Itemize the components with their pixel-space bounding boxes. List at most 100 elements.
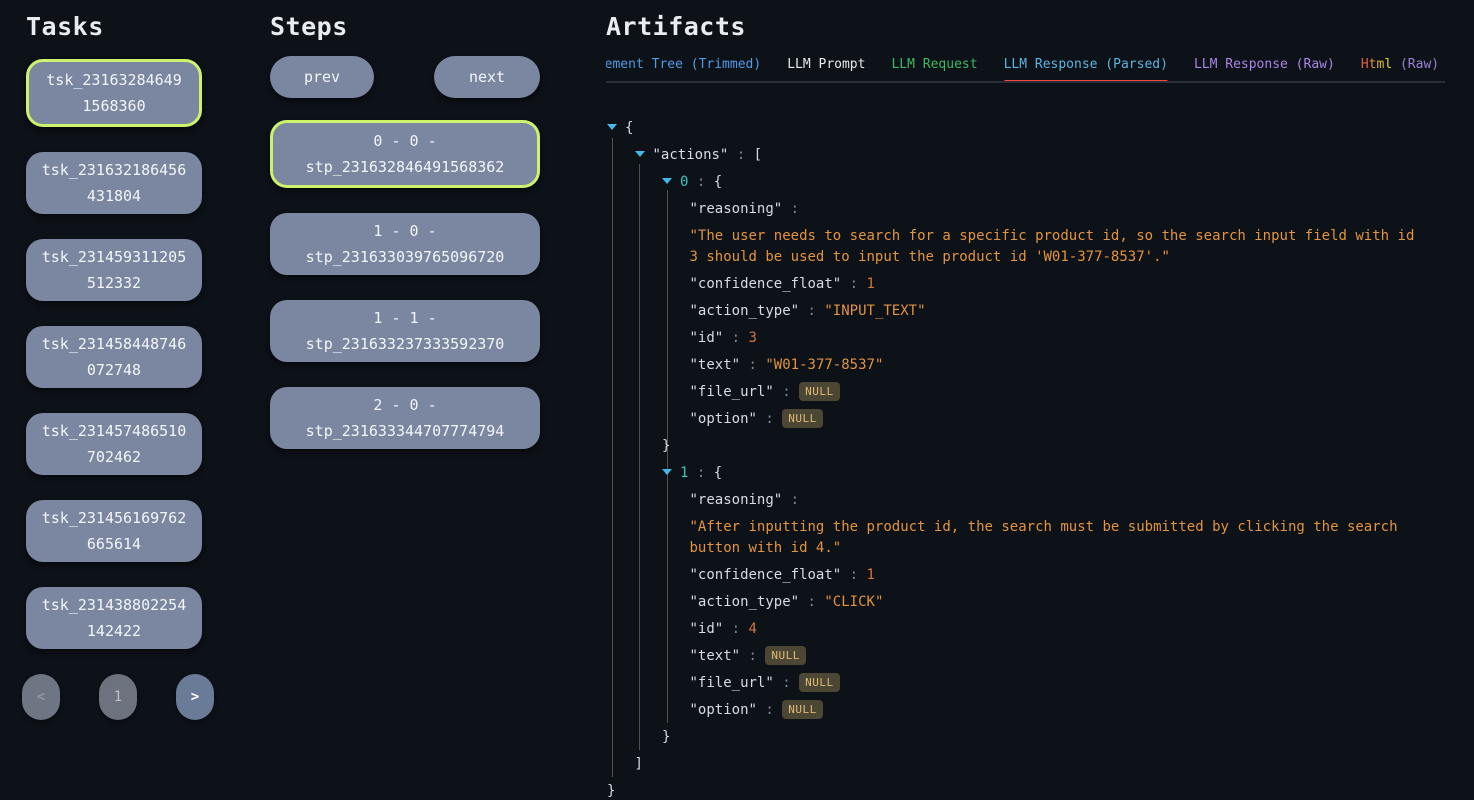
app-root: Tasks tsk_231632846491568360tsk_23163218… (0, 0, 1474, 800)
json-tree-row: } (606, 781, 1445, 800)
json-brace: [ (754, 147, 762, 163)
json-tree-row: "reasoning" : (606, 199, 1445, 220)
tab-html-raw[interactable]: Html (Raw) (1361, 57, 1439, 72)
json-tree-row: "confidence_float" : 1 (606, 565, 1445, 586)
tasks-pagination: < 1 > (22, 674, 214, 720)
json-tree-row: "file_url" : NULL (606, 382, 1445, 403)
json-key: "file_url" (690, 675, 774, 691)
collapse-arrow-icon[interactable] (662, 178, 672, 184)
json-tree-row: "The user needs to search for a specific… (606, 226, 1427, 268)
json-brace: { (625, 120, 633, 136)
json-num: 3 (749, 330, 757, 346)
json-key: "confidence_float" (690, 567, 842, 583)
json-key: "text" (690, 648, 741, 664)
json-brace: } (662, 729, 670, 745)
json-punct: : (740, 357, 765, 373)
steps-next-button[interactable]: next (434, 56, 540, 98)
json-num: 1 (867, 276, 875, 292)
task-item[interactable]: tsk_231438802254142422 (26, 587, 202, 649)
tab-llm-request[interactable]: LLM Request (891, 57, 977, 72)
collapse-arrow-icon[interactable] (607, 124, 617, 130)
json-key: "option" (690, 702, 757, 718)
json-punct: : (723, 330, 748, 346)
json-punct: : (774, 675, 799, 691)
json-tree-row: "option" : NULL (606, 409, 1445, 430)
json-key: "action_type" (690, 303, 800, 319)
json-tree-row: "action_type" : "INPUT_TEXT" (606, 301, 1445, 322)
steps-prev-button[interactable]: prev (270, 56, 374, 98)
json-tree-row: "reasoning" : (606, 490, 1445, 511)
json-tree-row: "After inputting the product id, the sea… (606, 517, 1427, 559)
json-null-badge: NULL (782, 700, 823, 719)
json-brace: { (714, 465, 722, 481)
tab-llm-response-parsed[interactable]: LLM Response (Parsed) (1004, 57, 1168, 72)
json-key: "id" (690, 621, 724, 637)
json-punct: : (782, 492, 799, 508)
json-tree-row: "option" : NULL (606, 700, 1445, 721)
collapse-arrow-icon[interactable] (635, 151, 645, 157)
collapse-arrow-icon[interactable] (662, 469, 672, 475)
pagination-prev-button[interactable]: < (22, 674, 60, 720)
artifacts-title: Artifacts (606, 12, 1445, 41)
json-punct: : (688, 174, 713, 190)
json-tree-row: } (606, 727, 1445, 748)
json-null-badge: NULL (765, 646, 806, 665)
step-item[interactable]: 1 - 1 - stp_231633237333592370 (270, 300, 540, 362)
json-punct: : (723, 621, 748, 637)
artifacts-tabbar: Element Tree (Trimmed) LLM Prompt LLM Requ… (606, 57, 1445, 83)
step-item[interactable]: 2 - 0 - stp_231633344707774794 (270, 387, 540, 449)
tasks-panel: Tasks tsk_231632846491568360tsk_23163218… (26, 12, 202, 720)
json-tree-row: "text" : "W01-377-8537" (606, 355, 1445, 376)
json-tree: {"actions" : [0 : {"reasoning" :"The use… (606, 118, 1445, 800)
json-key: "option" (690, 411, 757, 427)
json-num: 4 (749, 621, 757, 637)
json-key: "reasoning" (690, 492, 783, 508)
step-item[interactable]: 0 - 0 - stp_231632846491568362 (270, 120, 540, 188)
step-item[interactable]: 1 - 0 - stp_231633039765096720 (270, 213, 540, 275)
tab-label-segment: H (1361, 57, 1369, 72)
task-item[interactable]: tsk_231632846491568360 (26, 59, 202, 127)
json-key: "text" (690, 357, 741, 373)
pagination-next-button[interactable]: > (176, 674, 214, 720)
json-brace: } (662, 438, 670, 454)
json-tree-row: "action_type" : "CLICK" (606, 592, 1445, 613)
json-punct: : (782, 201, 799, 217)
json-tree-row: "id" : 4 (606, 619, 1445, 640)
tab-llm-response-raw[interactable]: LLM Response (Raw) (1194, 57, 1335, 72)
json-punct: : (774, 384, 799, 400)
json-tree-row: } (606, 436, 1445, 457)
json-tree-row: "id" : 3 (606, 328, 1445, 349)
pagination-page-button[interactable]: 1 (99, 674, 137, 720)
task-item[interactable]: tsk_231457486510702462 (26, 413, 202, 475)
task-item[interactable]: tsk_231456169762665614 (26, 500, 202, 562)
json-tree-row: "actions" : [ (606, 145, 1445, 166)
tab-llm-prompt[interactable]: LLM Prompt (787, 57, 865, 72)
json-null-badge: NULL (799, 673, 840, 692)
json-str: "CLICK" (824, 594, 883, 610)
json-str: "After inputting the product id, the sea… (690, 519, 1398, 556)
json-punct: : (740, 648, 765, 664)
json-punct: : (757, 702, 782, 718)
task-item[interactable]: tsk_231459311205512332 (26, 239, 202, 301)
json-key: "reasoning" (690, 201, 783, 217)
tab-element-tree-trimmed[interactable]: Element Tree (Trimmed) (606, 57, 761, 72)
json-tree-row: 1 : { (606, 463, 1445, 484)
json-punct: : (799, 303, 824, 319)
json-str: "The user needs to search for a specific… (690, 228, 1415, 265)
json-tree-row: "confidence_float" : 1 (606, 274, 1445, 295)
json-tree-lines: {"actions" : [0 : {"reasoning" :"The use… (606, 118, 1445, 800)
json-punct: : (799, 594, 824, 610)
json-key: "confidence_float" (690, 276, 842, 292)
json-brace: { (714, 174, 722, 190)
steps-nav: prev next (270, 56, 540, 98)
json-punct: : (841, 276, 866, 292)
json-str: "INPUT_TEXT" (824, 303, 925, 319)
task-item[interactable]: tsk_231632186456431804 (26, 152, 202, 214)
json-key: "file_url" (690, 384, 774, 400)
json-null-badge: NULL (799, 382, 840, 401)
json-punct: : (688, 465, 713, 481)
task-item[interactable]: tsk_231458448746072748 (26, 326, 202, 388)
json-tree-row: ] (606, 754, 1445, 775)
artifacts-panel: Artifacts Element Tree (Trimmed) LLM Prom… (606, 12, 1445, 83)
json-null-badge: NULL (782, 409, 823, 428)
